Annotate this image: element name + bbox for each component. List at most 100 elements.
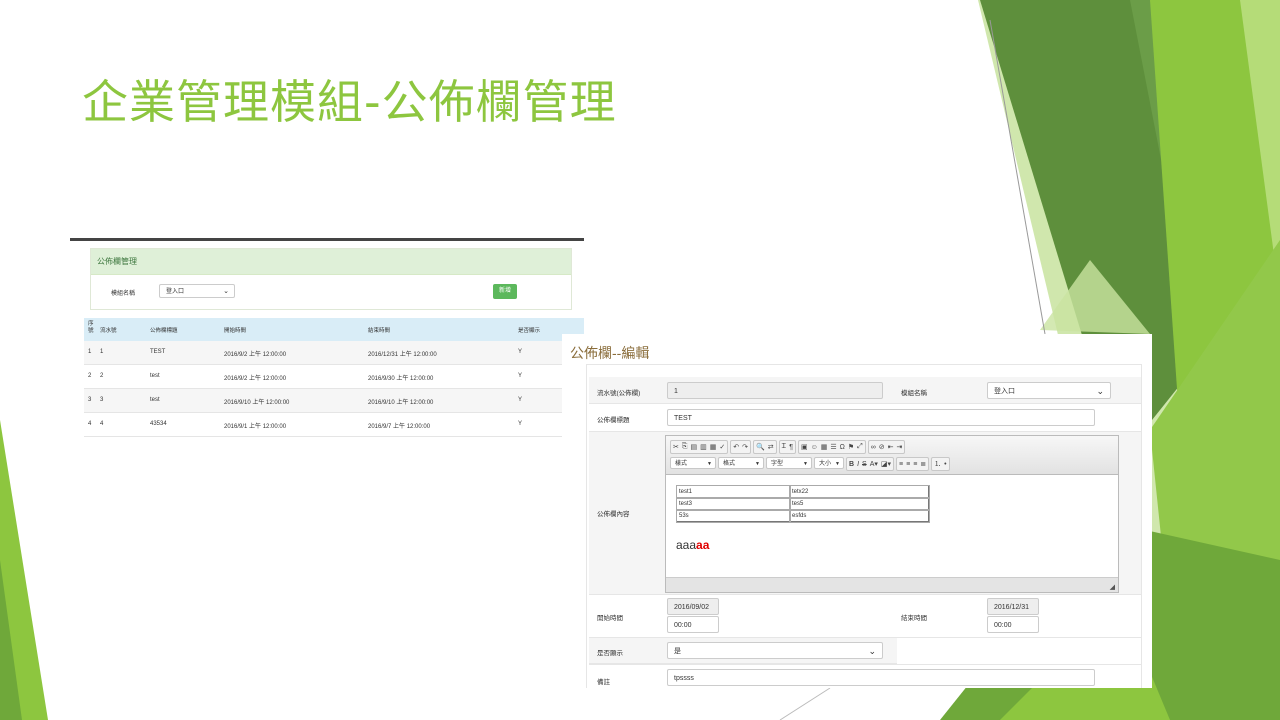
edit-form: 流水號(公佈欄) 1 模組名稱 登入口 ⌄ 公佈欄標題 TEST 公佈欄內容 ✂ ⎘… [586,364,1142,688]
copy-icon[interactable]: ⎘ [682,443,688,451]
align-group[interactable]: ≡ ≡ ≡ ≣ [896,457,930,471]
bulletin-table: 序號 流水號 公佈欄標題 開始時間 結束時間 是否顯示 1 1 TEST 2016/9… [84,318,584,437]
font-combo[interactable]: 字型 ▼ [766,457,812,469]
link-group[interactable]: ∞ ⊘ ⇤ ⇥ [867,440,906,454]
strike-icon[interactable]: S [862,461,867,468]
end-time-field[interactable]: 00:00 [987,616,1039,633]
text-style-group[interactable]: B I S A▾ ◪▾ [846,457,895,471]
font-combo-label: 字型 [771,461,784,467]
cell-index: 4 [88,421,92,427]
hr-icon[interactable]: ☰ [830,443,836,451]
rich-text-editor[interactable]: ✂ ⎘ ▤ ▥ ▦ ✓ ↶ ↷ 🔍 ⇄ Ꮖ ¶ ▣ ☺ ▦ ☰ Ω ⚑ ⤢ ∞ ⊘ ⇤ ⇥ 樣式 ▼ 格式 ▼ 字型 ▼… [665,435,1119,593]
cut-icon[interactable]: ✂ [673,443,679,451]
italic-icon[interactable]: I [857,461,859,468]
bulleted-list-icon[interactable]: • [944,461,946,468]
start-date-field[interactable]: 2016/09/02 [667,598,719,615]
serial-field[interactable]: 1 [667,382,883,399]
add-button[interactable]: 新增 [493,284,517,299]
table-row[interactable]: 4 4 43534 2016/9/1 上午 12:00:00 2016/9/7 上午 1… [84,413,584,437]
cell-end: 2016/12/31 上午 12:00:00 [368,352,437,358]
special-char-icon[interactable]: Ω [840,444,845,451]
row-bulletin-title: 公佈欄標題 TEST [589,404,1141,432]
find-icon[interactable]: 🔍 [756,443,765,451]
visible-select-value: 是 [674,648,681,655]
undo-icon[interactable]: ↶ [733,443,739,451]
cell-title: 43534 [150,421,167,427]
size-combo[interactable]: 大小 ▼ [814,457,844,469]
copy-format-icon[interactable]: ¶ [789,444,793,451]
align-center-icon[interactable]: ≡ [906,461,910,468]
visible-select[interactable]: 是 ⌄ [667,642,883,659]
cell-index: 3 [88,397,92,403]
module-label: 模組名稱 [901,390,927,397]
image-icon[interactable]: ▣ [801,443,808,451]
text-color-icon[interactable]: A▾ [870,460,878,468]
row-dates: 開始時間 2016/09/02 00:00 結束時間 2016/12/31 00… [589,595,1141,638]
paste-icon[interactable]: ▤ [690,443,697,451]
visible-label: 是否顯示 [597,650,623,657]
find-group[interactable]: 🔍 ⇄ [752,440,777,454]
cell-end: 2016/9/10 上午 12:00:00 [368,400,434,406]
clipboard-group[interactable]: ✂ ⎘ ▤ ▥ ▦ ✓ [670,440,729,454]
table-row[interactable]: 1 1 TEST 2016/9/2 上午 12:00:00 2016/12/31 上午 … [84,341,584,365]
table-cell[interactable]: test1 [675,484,791,499]
paste-text-icon[interactable]: ▥ [700,443,707,451]
remove-format-icon[interactable]: Ꮖ [782,443,787,451]
row-remark: 備註 tpssss [589,664,1141,688]
bg-color-icon[interactable]: ◪▾ [881,460,891,468]
editor-content[interactable]: test1 tetx22 test3 tes5 53s esfds aaaaa [666,475,1118,576]
table-cell[interactable]: tetx22 [788,484,930,499]
table-icon[interactable]: ▦ [821,443,828,451]
bulletin-title-field[interactable]: TEST [667,409,1095,426]
col-header-index: 序號 [88,321,94,334]
format-clear-group[interactable]: Ꮖ ¶ [778,440,796,454]
cell-serial: 1 [100,349,104,355]
table-cell[interactable]: tes5 [788,496,930,511]
outdent-icon[interactable]: ⇤ [888,443,894,451]
table-cell[interactable]: esfds [788,508,930,523]
history-group[interactable]: ↶ ↷ [730,440,751,454]
table-cell[interactable]: test3 [675,496,791,511]
replace-icon[interactable]: ⇄ [768,443,774,451]
indent-icon[interactable]: ⇥ [897,443,903,451]
col-header-visible: 是否顯示 [518,328,541,334]
editor-footer: ◢ [666,577,1118,592]
link-icon[interactable]: ∞ [871,444,876,451]
start-time-field[interactable]: 00:00 [667,616,719,633]
unlink-icon[interactable]: ⊘ [879,443,885,451]
smiley-icon[interactable]: ☺ [811,444,818,451]
insert-group[interactable]: ▣ ☺ ▦ ☰ Ω ⚑ ⤢ [797,440,866,454]
combo-arrow-icon: ▼ [755,461,760,467]
module-select[interactable]: 登入口 ⌄ [987,382,1111,399]
table-row[interactable]: 3 3 test 2016/9/10 上午 12:00:00 2016/9/10 上午 … [84,389,584,413]
style-combo[interactable]: 樣式 ▼ [670,457,716,469]
align-justify-icon[interactable]: ≣ [920,460,926,468]
content-text-red: aa [696,538,710,552]
cell-index: 1 [88,349,92,355]
table-cell[interactable]: 53s [675,508,791,523]
end-date-field[interactable]: 2016/12/31 [987,598,1039,615]
align-right-icon[interactable]: ≡ [913,461,917,468]
col-header-start: 開始時間 [224,328,247,334]
col-header-serial: 流水號 [100,328,117,334]
format-combo[interactable]: 格式 ▼ [718,457,764,469]
spellcheck-icon[interactable]: ✓ [719,443,725,451]
cell-title: test [150,373,160,379]
module-select[interactable]: 登入口 ⌄ [159,284,235,298]
panel-title: 公佈欄管理 [91,249,571,275]
remark-field[interactable]: tpssss [667,669,1095,686]
align-left-icon[interactable]: ≡ [899,461,903,468]
anchor-icon[interactable]: ⚑ [848,443,854,451]
col-header-end: 結束時間 [368,328,391,334]
numbered-list-icon[interactable]: ⒈ [934,459,941,469]
redo-icon[interactable]: ↷ [742,443,748,451]
maximize-icon[interactable]: ⤢ [857,443,863,451]
bulletin-edit-screenshot: 公佈欄--編輯 流水號(公佈欄) 1 模組名稱 登入口 ⌄ 公佈欄標題 TEST … [562,334,1152,688]
paste-word-icon[interactable]: ▦ [710,443,717,451]
end-label: 結束時間 [901,615,927,622]
resize-grip-icon[interactable]: ◢ [1110,583,1115,591]
bold-icon[interactable]: B [849,461,854,468]
list-group[interactable]: ⒈ • [931,457,950,471]
row-serial: 流水號(公佈欄) 1 模組名稱 登入口 ⌄ [589,377,1141,404]
table-row[interactable]: 2 2 test 2016/9/2 上午 12:00:00 2016/9/30 上午 1… [84,365,584,389]
